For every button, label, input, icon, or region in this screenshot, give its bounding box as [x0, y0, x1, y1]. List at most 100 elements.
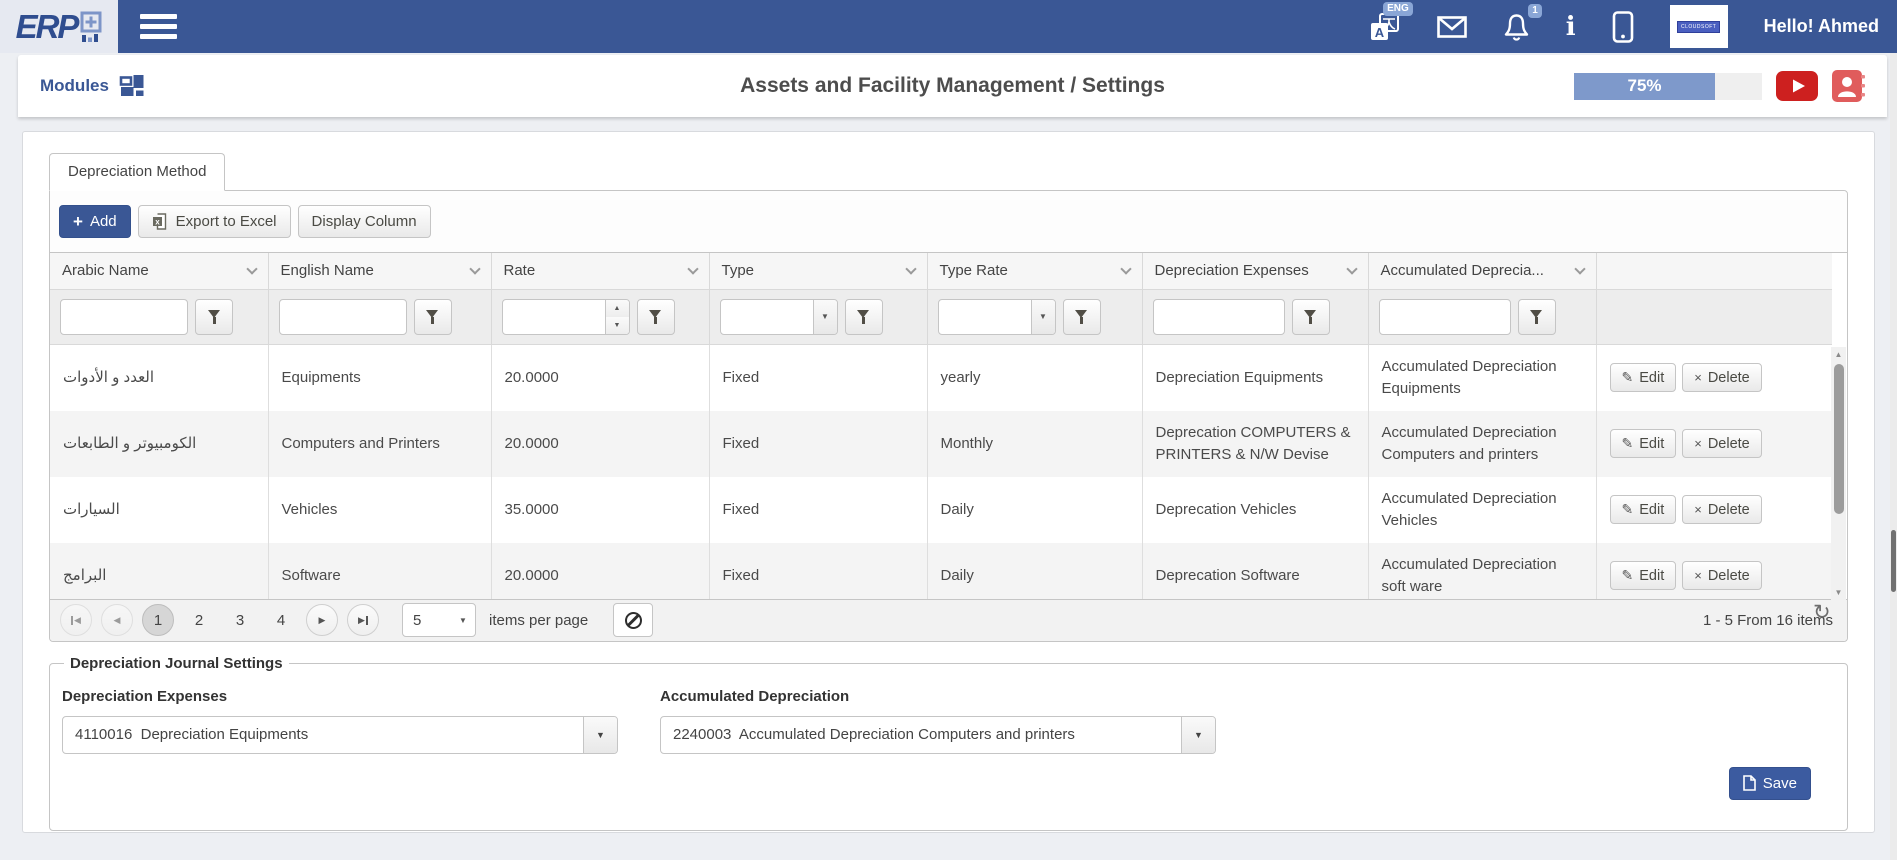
chevron-down-icon[interactable]	[469, 263, 480, 274]
filter-select-type[interactable]	[721, 300, 813, 334]
cell-type-rate: yearly	[927, 345, 1142, 411]
filter-select-type-rate[interactable]	[939, 300, 1031, 334]
pager-page-3[interactable]: 3	[224, 604, 256, 636]
page-size-select[interactable]: 5 ▼	[402, 603, 476, 637]
depreciation-expenses-select[interactable]: 4110016 Depreciation Equipments ▼	[62, 716, 618, 754]
chevron-down-icon[interactable]	[246, 263, 257, 274]
filter-button[interactable]	[845, 299, 883, 335]
delete-button[interactable]: ×Delete	[1682, 561, 1762, 590]
edit-button[interactable]: ✎Edit	[1610, 495, 1677, 524]
cell-depreciation-expenses: Deprecation Software	[1142, 543, 1368, 599]
page-scrollbar-thumb[interactable]	[1891, 530, 1896, 592]
pencil-icon: ✎	[1622, 501, 1634, 518]
filter-input-depreciation-expenses[interactable]	[1154, 300, 1284, 334]
chevron-down-icon[interactable]	[1574, 263, 1585, 274]
chevron-down-icon[interactable]	[687, 263, 698, 274]
edit-button[interactable]: ✎Edit	[1610, 363, 1677, 392]
tab-depreciation-method[interactable]: Depreciation Method	[49, 153, 225, 191]
funnel-icon	[1304, 310, 1317, 324]
modules-button[interactable]: Modules	[18, 73, 145, 99]
filter-input-accumulated-depreciation[interactable]	[1380, 300, 1510, 334]
scroll-up-icon[interactable]: ▲	[1835, 347, 1843, 362]
save-button[interactable]: Save	[1729, 767, 1811, 800]
column-header-accumulated-depreciation[interactable]: Accumulated Deprecia...	[1368, 253, 1596, 289]
delete-button[interactable]: ×Delete	[1682, 429, 1762, 458]
mobile-icon[interactable]	[1612, 11, 1634, 43]
table-row[interactable]: الكومبيوتر و الطابعات Computers and Prin…	[50, 411, 1832, 477]
youtube-icon[interactable]	[1776, 71, 1818, 101]
add-button[interactable]: + Add	[59, 205, 131, 238]
edit-button[interactable]: ✎Edit	[1610, 561, 1677, 590]
pager-page-2[interactable]: 2	[183, 604, 215, 636]
chevron-down-icon[interactable]	[905, 263, 916, 274]
accumulated-depreciation-select[interactable]: 2240003 Accumulated Depreciation Compute…	[660, 716, 1216, 754]
filter-button[interactable]	[414, 299, 452, 335]
filter-button[interactable]	[195, 299, 233, 335]
pager-prev-button[interactable]: ◀	[101, 604, 133, 636]
cell-type-rate: Monthly	[927, 411, 1142, 477]
dropdown-arrow-icon[interactable]: ▼	[1031, 300, 1055, 334]
info-icon[interactable]: i	[1566, 14, 1576, 40]
export-to-excel-button[interactable]: x Export to Excel	[138, 205, 291, 238]
column-header-type[interactable]: Type	[709, 253, 927, 289]
dropdown-arrow-icon[interactable]: ▼	[813, 300, 837, 334]
column-header-depreciation-expenses[interactable]: Depreciation Expenses	[1142, 253, 1368, 289]
pager-page-1[interactable]: 1	[142, 604, 174, 636]
table-row[interactable]: العدد و الأدوات Equipments 20.0000 Fixed…	[50, 345, 1832, 411]
funnel-icon	[649, 310, 662, 324]
numeric-stepper[interactable]: ▲▼	[605, 300, 629, 334]
brand-logo-badge[interactable]: CLOUDSOFT	[1670, 5, 1728, 48]
user-greeting[interactable]: Hello! Ahmed	[1764, 16, 1879, 37]
cell-rate: 20.0000	[491, 543, 709, 599]
cell-accumulated-depreciation: Accumulated Depreciation Equipments	[1368, 345, 1596, 411]
edit-button[interactable]: ✎Edit	[1610, 429, 1677, 458]
pager-page-4[interactable]: 4	[265, 604, 297, 636]
menu-hamburger-icon[interactable]	[140, 14, 177, 39]
pager-next-button[interactable]: ▶	[306, 604, 338, 636]
table-row[interactable]: السيارات Vehicles 35.0000 Fixed Daily De…	[50, 477, 1832, 543]
close-icon: ×	[1694, 370, 1702, 385]
column-header-type-rate[interactable]: Type Rate	[927, 253, 1142, 289]
contact-icon[interactable]	[1832, 69, 1865, 103]
column-header-rate[interactable]: Rate	[491, 253, 709, 289]
grid-scrollbar[interactable]: ▲ ▼	[1831, 347, 1846, 600]
filter-input-arabic-name[interactable]	[61, 300, 187, 334]
svg-text:A: A	[1375, 25, 1385, 40]
cancel-changes-button[interactable]	[613, 603, 653, 637]
app-logo[interactable]: ERP	[0, 0, 118, 53]
chevron-down-icon[interactable]	[1120, 263, 1131, 274]
filter-button[interactable]	[637, 299, 675, 335]
cell-accumulated-depreciation: Accumulated Depreciation soft ware	[1368, 543, 1596, 599]
column-header-english-name[interactable]: English Name	[268, 253, 491, 289]
mail-icon[interactable]	[1437, 16, 1467, 38]
column-header-actions	[1596, 253, 1832, 289]
dropdown-arrow-icon: ▼	[583, 717, 617, 753]
profile-progress-bar: 75%	[1574, 73, 1762, 100]
display-column-button[interactable]: Display Column	[298, 205, 431, 238]
page-scrollbar[interactable]	[1890, 53, 1897, 860]
pager-first-button[interactable]: ◀	[60, 604, 92, 636]
filter-input-english-name[interactable]	[280, 300, 406, 334]
filter-input-rate[interactable]	[503, 300, 605, 334]
header-right-tools: 75%	[1574, 69, 1887, 103]
pager-last-button[interactable]: ▶	[347, 604, 379, 636]
refresh-icon[interactable]: ↻	[1813, 600, 1831, 624]
notifications-bell-icon[interactable]: 1	[1503, 12, 1530, 42]
cell-rate: 20.0000	[491, 345, 709, 411]
delete-button[interactable]: ×Delete	[1682, 363, 1762, 392]
filter-button[interactable]	[1292, 299, 1330, 335]
filter-button[interactable]	[1518, 299, 1556, 335]
cell-arabic-name: الكومبيوتر و الطابعات	[50, 411, 268, 477]
cell-type: Fixed	[709, 543, 927, 599]
table-row[interactable]: البرامج Software 20.0000 Fixed Daily Dep…	[50, 543, 1832, 599]
cell-english-name: Vehicles	[268, 477, 491, 543]
notification-count-badge: 1	[1528, 4, 1542, 18]
scrollbar-thumb[interactable]	[1834, 364, 1844, 514]
dropdown-arrow-icon: ▼	[451, 604, 475, 636]
delete-button[interactable]: ×Delete	[1682, 495, 1762, 524]
chevron-down-icon[interactable]	[1346, 263, 1357, 274]
column-header-arabic-name[interactable]: Arabic Name	[50, 253, 268, 289]
scroll-down-icon[interactable]: ▼	[1835, 585, 1843, 600]
filter-button[interactable]	[1063, 299, 1101, 335]
language-icon[interactable]: A ENG	[1369, 10, 1401, 44]
